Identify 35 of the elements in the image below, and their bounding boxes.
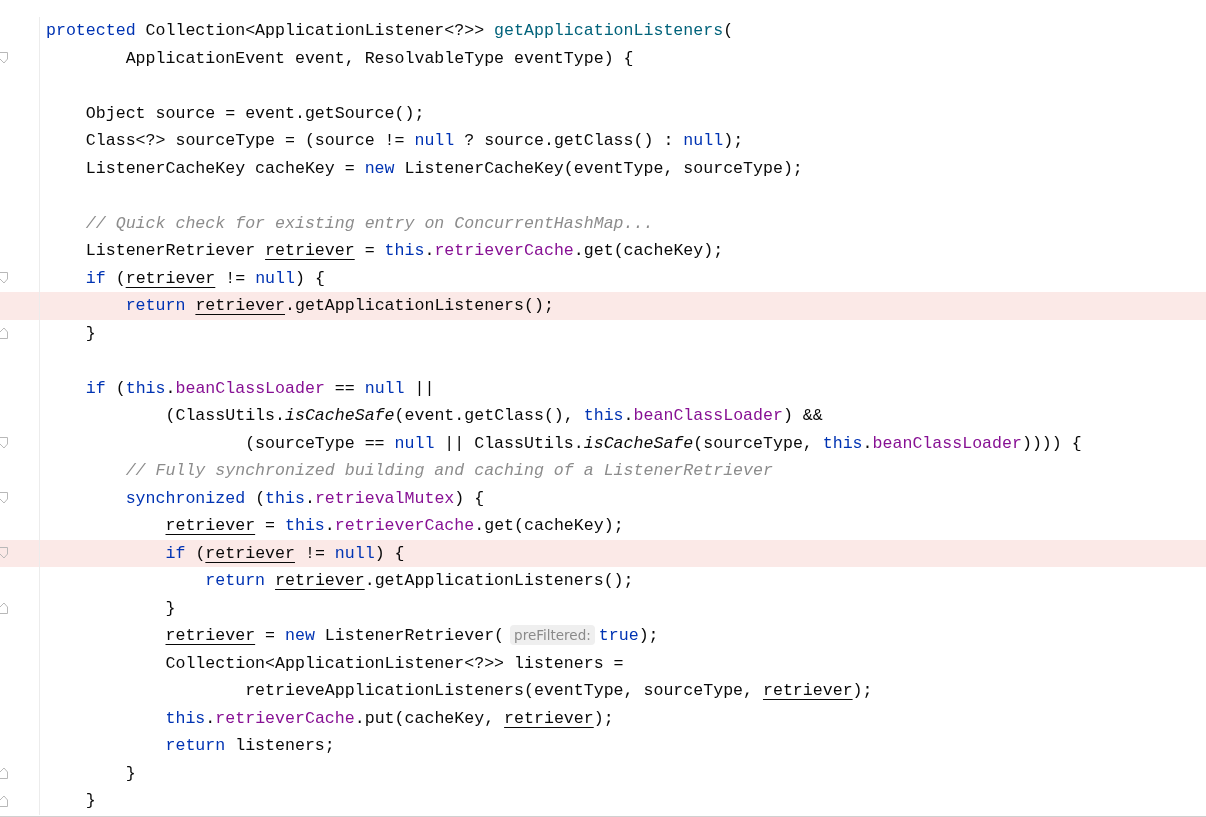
code-line: return listeners; [164, 735, 335, 757]
code-line: Class<?> sourceType = (source != null ? source.getClass() : null); [84, 130, 744, 152]
fold-icon[interactable] [0, 327, 8, 340]
code-line: retriever = this.retrieverCache.get(cacheKey); [164, 515, 624, 537]
code-line: return retriever.getApplicationListeners(); [124, 295, 554, 317]
fold-icon[interactable] [0, 492, 8, 505]
fold-icon[interactable] [0, 767, 8, 780]
code-line: (sourceType == null || ClassUtils.isCacheSafe(sourceType, this.beanClassLoader)))) { [244, 432, 1082, 455]
code-line: this.retrieverCache.put(cacheKey, retriever); [164, 707, 614, 730]
fold-icon[interactable] [0, 602, 8, 615]
code-line: } [124, 762, 136, 785]
fold-icon[interactable] [0, 794, 8, 807]
code-line: Object source = event.getSource(); [84, 102, 425, 125]
code-line: protected Collection<ApplicationListener<?>> getApplicationListeners( [46, 20, 734, 42]
code-line: synchronized (this.retrievalMutex) { [124, 487, 485, 510]
code-line: ApplicationEvent event, ResolvableType eventType) { [124, 47, 634, 70]
fold-icon[interactable] [0, 272, 8, 285]
code-line: return retriever.getApplicationListeners(); [204, 570, 634, 592]
code-line: } [84, 322, 96, 345]
code-line: if (retriever != null) { [84, 267, 325, 290]
code-line: retriever = new ListenerRetriever( preFiltered: true); [164, 624, 659, 647]
code-line: retrieveApplicationListeners(eventType, sourceType, retriever); [244, 680, 873, 702]
fold-icon[interactable] [0, 547, 8, 560]
fold-icon[interactable] [0, 52, 8, 65]
code-line: if (retriever != null) { [164, 542, 405, 565]
code-line: (ClassUtils.isCacheSafe(event.getClass(), this.beanClassLoader) && [164, 405, 823, 427]
code-line: Collection<ApplicationListener<?>> listeners = [164, 652, 624, 675]
code-line: // Fully synchronized building and caching of a ListenerRetriever [124, 460, 773, 482]
code-line: } [84, 790, 96, 812]
code-line: if (this.beanClassLoader == null || [84, 377, 435, 400]
code-line: ListenerCacheKey cacheKey = new ListenerCacheKey(eventType, sourceType); [84, 157, 803, 180]
code-line: } [164, 597, 176, 620]
code-line: ListenerRetriever retriever = this.retrieverCache.get(cacheKey); [84, 240, 724, 262]
fold-icon[interactable] [0, 437, 8, 450]
code-line: // Quick check for existing entry on ConcurrentHashMap... [84, 212, 654, 235]
